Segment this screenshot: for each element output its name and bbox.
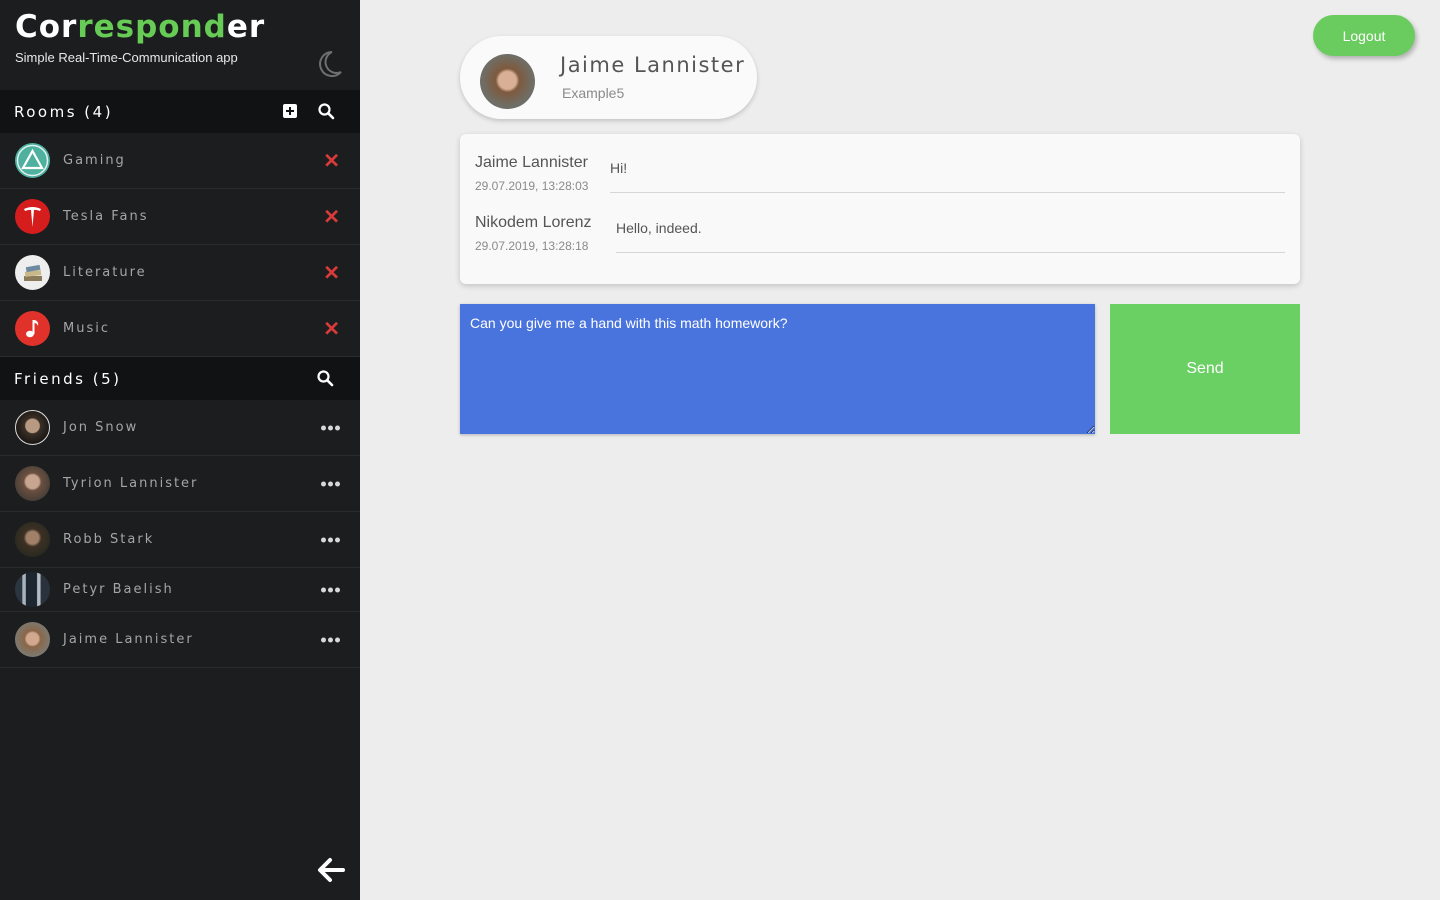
profile-username: Example5 bbox=[562, 85, 625, 101]
app-title: Corresponder bbox=[15, 9, 266, 45]
delete-room-icon[interactable]: ✕ bbox=[323, 204, 340, 229]
moon-icon[interactable] bbox=[316, 50, 342, 78]
more-options-icon[interactable] bbox=[321, 537, 340, 542]
friend-label: Tyrion Lannister bbox=[63, 476, 199, 491]
friend-item-jon-snow[interactable]: Jon Snow bbox=[0, 400, 360, 456]
message-author: Nikodem Lorenz bbox=[475, 214, 592, 231]
message-item: Jaime Lannister 29.07.2019, 13:28:03 Hi! bbox=[475, 154, 1285, 204]
friends-title: Friends (5) bbox=[14, 369, 122, 388]
music-note-icon bbox=[15, 311, 50, 346]
profile-card: Jaime Lannister Example5 bbox=[460, 36, 757, 119]
message-time: 29.07.2019, 13:28:18 bbox=[475, 239, 589, 253]
delete-room-icon[interactable]: ✕ bbox=[323, 148, 340, 173]
room-label: Gaming bbox=[63, 153, 126, 168]
room-label: Tesla Fans bbox=[63, 209, 149, 224]
avatar bbox=[15, 410, 50, 445]
avatar bbox=[15, 622, 50, 657]
room-item-music[interactable]: Music ✕ bbox=[0, 301, 360, 357]
message-item: Nikodem Lorenz 29.07.2019, 13:28:18 Hell… bbox=[475, 214, 1285, 264]
more-options-icon[interactable] bbox=[321, 587, 340, 592]
send-button[interactable]: Send bbox=[1110, 304, 1300, 434]
books-icon bbox=[15, 255, 50, 290]
room-label: Literature bbox=[63, 265, 147, 280]
search-friends-icon[interactable] bbox=[316, 369, 334, 387]
friend-item-robb-stark[interactable]: Robb Stark bbox=[0, 512, 360, 568]
avatar bbox=[15, 522, 50, 557]
delete-room-icon[interactable]: ✕ bbox=[323, 316, 340, 341]
brand-header: Corresponder Simple Real-Time-Communicat… bbox=[0, 0, 360, 90]
message-text: Hi! bbox=[610, 160, 1285, 193]
avatar bbox=[480, 54, 535, 109]
more-options-icon[interactable] bbox=[321, 481, 340, 486]
friend-label: Jaime Lannister bbox=[63, 632, 194, 647]
message-input[interactable]: Can you give me a hand with this math ho… bbox=[460, 304, 1095, 434]
rooms-title: Rooms (4) bbox=[14, 102, 114, 121]
message-list: Jaime Lannister 29.07.2019, 13:28:03 Hi!… bbox=[460, 134, 1300, 284]
add-room-icon[interactable] bbox=[281, 102, 299, 120]
friend-label: Petyr Baelish bbox=[63, 582, 174, 597]
room-item-gaming[interactable]: Gaming ✕ bbox=[0, 133, 360, 189]
room-label: Music bbox=[63, 321, 110, 336]
friend-label: Jon Snow bbox=[63, 420, 139, 435]
message-time: 29.07.2019, 13:28:03 bbox=[475, 179, 589, 193]
app-subtitle: Simple Real-Time-Communication app bbox=[15, 50, 238, 65]
message-author: Jaime Lannister bbox=[475, 154, 588, 171]
room-item-tesla-fans[interactable]: Tesla Fans ✕ bbox=[0, 189, 360, 245]
profile-name: Jaime Lannister bbox=[560, 53, 746, 77]
rooms-header: Rooms (4) bbox=[0, 90, 360, 133]
friend-item-petyr-baelish[interactable]: Petyr Baelish bbox=[0, 568, 360, 612]
logout-button[interactable]: Logout bbox=[1313, 15, 1415, 56]
sidebar: Corresponder Simple Real-Time-Communicat… bbox=[0, 0, 360, 900]
room-item-literature[interactable]: Literature ✕ bbox=[0, 245, 360, 301]
friends-header: Friends (5) bbox=[0, 357, 360, 400]
avatar bbox=[15, 572, 50, 607]
more-options-icon[interactable] bbox=[321, 425, 340, 430]
search-rooms-icon[interactable] bbox=[317, 102, 335, 120]
tesla-icon bbox=[15, 199, 50, 234]
friend-item-jaime-lannister[interactable]: Jaime Lannister bbox=[0, 612, 360, 668]
arrow-left-icon[interactable] bbox=[315, 855, 347, 885]
delete-room-icon[interactable]: ✕ bbox=[323, 260, 340, 285]
friend-item-tyrion-lannister[interactable]: Tyrion Lannister bbox=[0, 456, 360, 512]
avatar bbox=[15, 466, 50, 501]
message-text: Hello, indeed. bbox=[616, 220, 1285, 253]
more-options-icon[interactable] bbox=[321, 637, 340, 642]
triangle-icon bbox=[15, 143, 50, 178]
friend-label: Robb Stark bbox=[63, 532, 155, 547]
